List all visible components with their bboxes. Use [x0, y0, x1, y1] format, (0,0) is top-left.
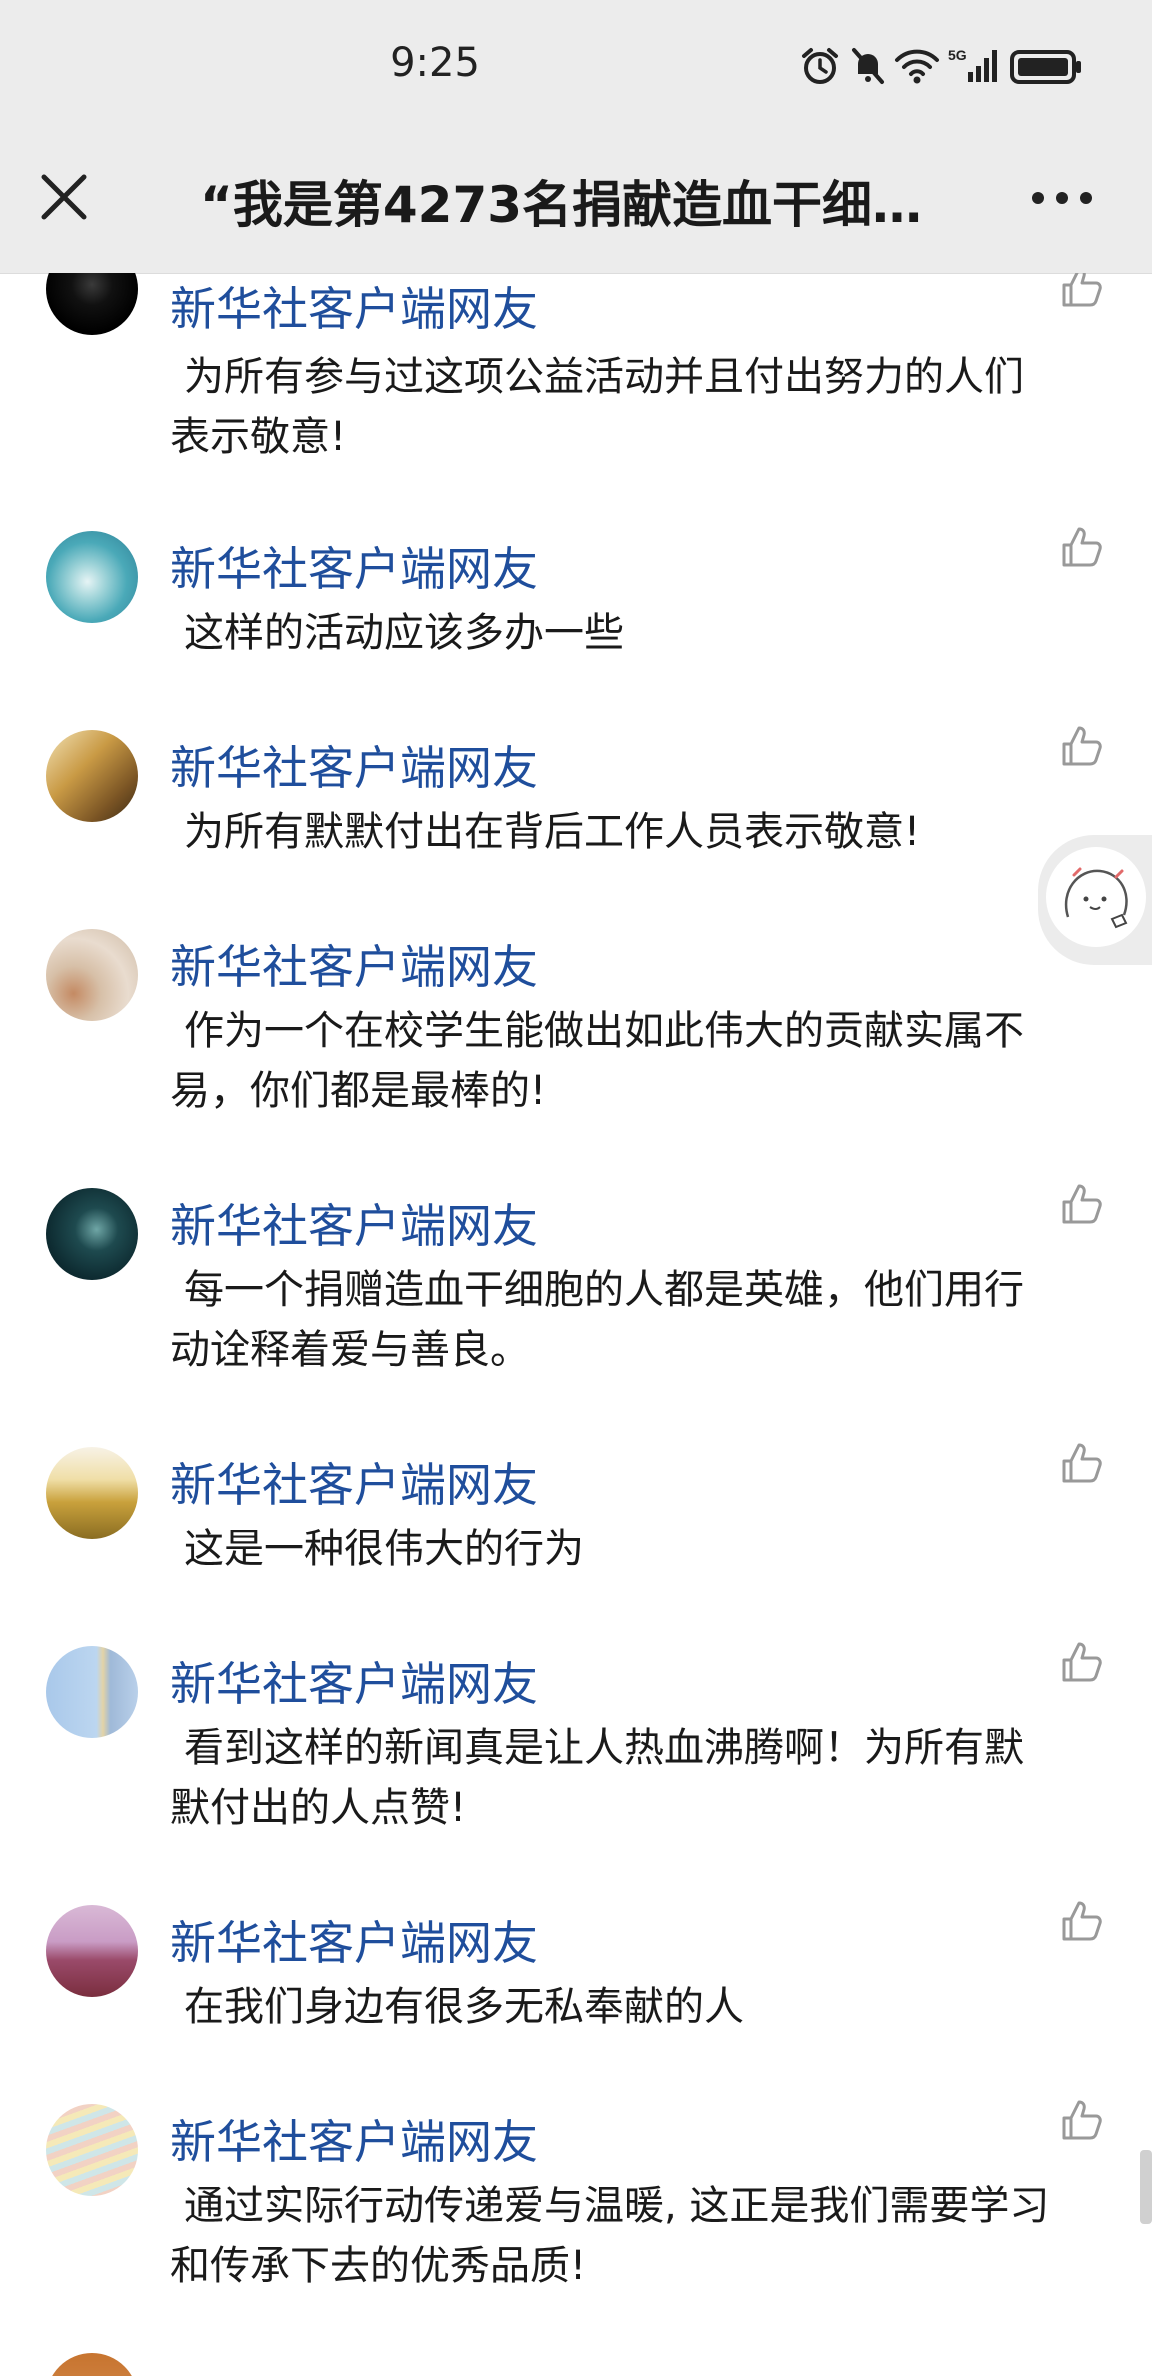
comment-username[interactable]: 新华社客户端网友 [170, 533, 538, 599]
comment-username[interactable]: 新华社客户端网友 [170, 931, 538, 997]
nav-bar: “我是第4273名捐献造血干细… [0, 135, 1152, 274]
avatar[interactable] [46, 730, 138, 822]
thumbs-up-icon[interactable] [1058, 1180, 1106, 1228]
scrollbar[interactable] [1140, 2150, 1152, 2224]
avatar[interactable] [46, 1905, 138, 1997]
comment-username[interactable]: 新华社客户端网友 [170, 732, 538, 798]
comment-list: 新华社客户端网友 为所有参与过这项公益活动并且付出努力的人们表示敬意! 新华社客… [0, 273, 1152, 2376]
thumbs-up-icon[interactable] [1058, 722, 1106, 770]
thumbs-up-icon[interactable] [1058, 273, 1106, 311]
avatar[interactable] [46, 1188, 138, 1280]
thumbs-up-icon[interactable] [1058, 1897, 1106, 1945]
comment-username[interactable]: 新华社客户端网友 [170, 1449, 538, 1515]
comment-text: 看到这样的新闻真是让人热血沸腾啊！为所有默默付出的人点赞! [170, 1725, 1024, 1831]
comment-username[interactable]: 新华社客户端网友 [170, 1190, 538, 1256]
avatar[interactable] [46, 1646, 138, 1738]
comment-text: 为所有默默付出在背后工作人员表示敬意! [184, 809, 921, 855]
avatar[interactable] [46, 273, 138, 335]
thumbs-up-icon[interactable] [1058, 2096, 1106, 2144]
comment-username[interactable]: 新华社客户端网友 [170, 1648, 538, 1714]
comment-text: 在我们身边有很多无私奉献的人 [184, 1984, 744, 2030]
comment-text: 通过实际行动传递爱与温暖, 这正是我们需要学习和传承下去的优秀品质! [170, 2183, 1050, 2289]
mascot-icon[interactable] [1046, 847, 1146, 947]
status-bar: 9:25 5G [0, 0, 1152, 135]
comment-username[interactable]: 新华社客户端网友 [170, 2106, 538, 2172]
page-title: “我是第4273名捐献造血干细… [200, 176, 923, 234]
avatar[interactable] [46, 1447, 138, 1539]
thumbs-up-icon[interactable] [1058, 1638, 1106, 1686]
close-icon[interactable] [36, 169, 92, 225]
comment-username[interactable]: 新华社客户端网友 [170, 1907, 538, 1973]
floating-widget[interactable] [1038, 835, 1152, 965]
avatar[interactable] [46, 531, 138, 623]
avatar[interactable] [46, 929, 138, 1021]
wifi-icon [895, 49, 939, 84]
signal-5g-icon: 5G [948, 47, 997, 82]
comment-text: 这是一种很伟大的行为 [184, 1526, 584, 1572]
thumbs-up-icon[interactable] [1058, 523, 1106, 571]
status-time: 9:25 [390, 40, 480, 86]
comment-text: 每一个捐赠造血干细胞的人都是英雄，他们用行动诠释着爱与善良。 [170, 1267, 1024, 1373]
alarm-icon [802, 48, 838, 84]
comment-text: 这样的活动应该多办一些 [184, 610, 624, 656]
network-type-label: 5G [948, 47, 967, 63]
comment-text: 为所有参与过这项公益活动并且付出努力的人们表示敬意! [170, 354, 1024, 460]
more-dots-icon[interactable] [1030, 183, 1094, 213]
comment-text: 作为一个在校学生能做出如此伟大的贡献实属不易，你们都是最棒的! [170, 1008, 1024, 1114]
battery-icon [1010, 50, 1081, 84]
avatar[interactable] [46, 2104, 138, 2196]
avatar[interactable] [46, 2353, 138, 2376]
comment-username[interactable]: 新华社客户端网友 [170, 273, 538, 339]
mute-icon [852, 48, 884, 84]
thumbs-up-icon[interactable] [1058, 1439, 1106, 1487]
